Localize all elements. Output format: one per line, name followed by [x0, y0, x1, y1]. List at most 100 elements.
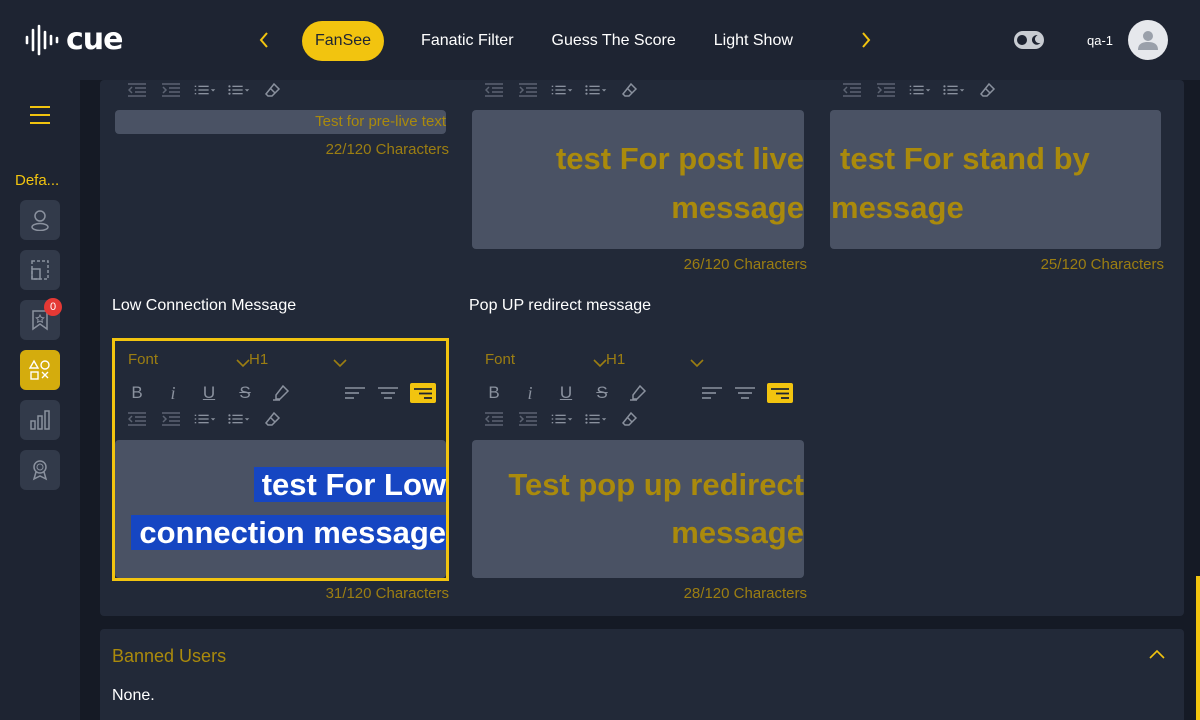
bar-chart-icon: [30, 410, 50, 430]
chevron-up-icon[interactable]: [1149, 649, 1165, 659]
align-center-icon[interactable]: [734, 384, 756, 402]
popup-redirect-list-toolbar: [483, 409, 641, 429]
sound-wave-icon: [25, 24, 59, 55]
banned-users-value: None.: [112, 687, 155, 704]
banned-users-title[interactable]: Banned Users: [112, 646, 226, 667]
ordered-list-icon[interactable]: [194, 81, 216, 99]
chevron-down-icon[interactable]: [690, 358, 704, 368]
layout-icon: [31, 260, 49, 280]
italic-icon[interactable]: i: [519, 383, 541, 403]
align-left-icon[interactable]: [701, 384, 723, 402]
indent-icon[interactable]: [160, 410, 182, 428]
popup-redirect-counter: 28/120 Characters: [683, 585, 807, 602]
outdent-icon[interactable]: [126, 410, 148, 428]
sidebar-item-bookmarks[interactable]: 0: [20, 298, 62, 340]
pre-live-toolbar: [126, 80, 284, 100]
align-center-icon[interactable]: [377, 384, 399, 402]
chevron-left-icon: [259, 32, 268, 48]
eraser-icon[interactable]: [619, 81, 641, 99]
ordered-list-icon[interactable]: [551, 81, 573, 99]
eraser-icon[interactable]: [619, 410, 641, 428]
bullet-list-icon[interactable]: [228, 410, 250, 428]
align-left-icon[interactable]: [344, 384, 366, 402]
notification-badge: 0: [44, 298, 62, 316]
pre-live-text: Test for pre-live text: [315, 113, 446, 130]
eraser-icon[interactable]: [977, 81, 999, 99]
bullet-list-icon[interactable]: [228, 81, 250, 99]
sidebar-item-awards[interactable]: [20, 450, 60, 490]
outdent-icon[interactable]: [483, 81, 505, 99]
sidebar-item-analytics[interactable]: [20, 400, 60, 440]
post-live-line-2: message: [671, 190, 804, 225]
strikethrough-icon[interactable]: S: [234, 383, 256, 402]
align-right-icon[interactable]: [767, 383, 793, 403]
chevron-down-icon[interactable]: [333, 358, 347, 368]
stand-by-line-1: test For stand by: [840, 141, 1090, 176]
low-connection-list-toolbar: [126, 409, 284, 429]
bold-icon[interactable]: B: [126, 383, 148, 402]
underline-icon[interactable]: U: [555, 383, 577, 402]
low-connection-editor[interactable]: test For Low connection message: [115, 440, 446, 578]
strikethrough-icon[interactable]: S: [591, 383, 613, 402]
indent-icon[interactable]: [517, 410, 539, 428]
low-connection-line-2: connection message: [131, 515, 446, 550]
tab-guess-the-score[interactable]: Guess The Score: [539, 21, 689, 61]
low-connection-text: test For Low connection message: [131, 461, 446, 557]
popup-redirect-font-select[interactable]: Font: [485, 351, 515, 368]
nav-next-button[interactable]: [854, 28, 878, 52]
highlighter-icon[interactable]: [627, 384, 649, 402]
chevron-right-icon: [862, 32, 871, 48]
tab-light-show[interactable]: Light Show: [701, 21, 806, 61]
logo-text: cue: [66, 22, 123, 57]
popup-redirect-editor[interactable]: Test pop up redirect message: [472, 440, 804, 578]
avatar[interactable]: [1128, 20, 1168, 60]
ordered-list-icon[interactable]: [551, 410, 573, 428]
post-live-editor[interactable]: test For post live message: [472, 110, 804, 249]
menu-icon[interactable]: [30, 106, 50, 124]
sidebar-item-shapes[interactable]: [20, 350, 60, 390]
bullet-list-icon[interactable]: [585, 410, 607, 428]
chevron-down-icon[interactable]: [236, 358, 250, 368]
ordered-list-icon[interactable]: [194, 410, 216, 428]
pre-live-editor[interactable]: Test for pre-live text: [115, 110, 446, 134]
stand-by-editor[interactable]: test For stand by message: [830, 110, 1161, 249]
low-connection-label: Low Connection Message: [112, 297, 297, 314]
toggle-knob: [1017, 35, 1027, 45]
stand-by-line-2: message: [831, 190, 964, 225]
popup-redirect-format-toolbar: B i U S: [483, 383, 649, 403]
popup-redirect-line-2: message: [671, 515, 804, 550]
scrollbar[interactable]: [1196, 576, 1200, 720]
low-connection-format-toolbar: B i U S: [126, 383, 292, 403]
highlighter-icon[interactable]: [270, 384, 292, 402]
low-connection-heading-select[interactable]: H1: [249, 351, 268, 368]
outdent-icon[interactable]: [483, 410, 505, 428]
bullet-list-icon[interactable]: [943, 81, 965, 99]
outdent-icon[interactable]: [126, 81, 148, 99]
bold-icon[interactable]: B: [483, 383, 505, 402]
align-right-icon[interactable]: [410, 383, 436, 403]
indent-icon[interactable]: [160, 81, 182, 99]
indent-icon[interactable]: [875, 81, 897, 99]
main-content[interactable]: Test for pre-live text 22/120 Characters…: [80, 80, 1200, 720]
bullet-list-icon[interactable]: [585, 81, 607, 99]
sidebar-item-users[interactable]: [20, 200, 60, 240]
chevron-down-icon[interactable]: [593, 358, 607, 368]
logo[interactable]: cue: [24, 22, 123, 57]
eraser-icon[interactable]: [262, 81, 284, 99]
theme-toggle[interactable]: [1014, 31, 1044, 49]
nav-prev-button[interactable]: [252, 28, 276, 52]
low-connection-font-select[interactable]: Font: [128, 351, 158, 368]
italic-icon[interactable]: i: [162, 383, 184, 403]
ordered-list-icon[interactable]: [909, 81, 931, 99]
pre-live-counter: 22/120 Characters: [325, 141, 449, 158]
award-icon: [32, 460, 48, 481]
eraser-icon[interactable]: [262, 410, 284, 428]
tab-fansee[interactable]: FanSee: [302, 21, 385, 61]
indent-icon[interactable]: [517, 81, 539, 99]
username[interactable]: qa-1: [1087, 33, 1113, 48]
sidebar-item-layout[interactable]: [20, 250, 60, 290]
popup-redirect-heading-select[interactable]: H1: [606, 351, 625, 368]
underline-icon[interactable]: U: [198, 383, 220, 402]
outdent-icon[interactable]: [841, 81, 863, 99]
tab-fanatic-filter[interactable]: Fanatic Filter: [408, 21, 526, 61]
